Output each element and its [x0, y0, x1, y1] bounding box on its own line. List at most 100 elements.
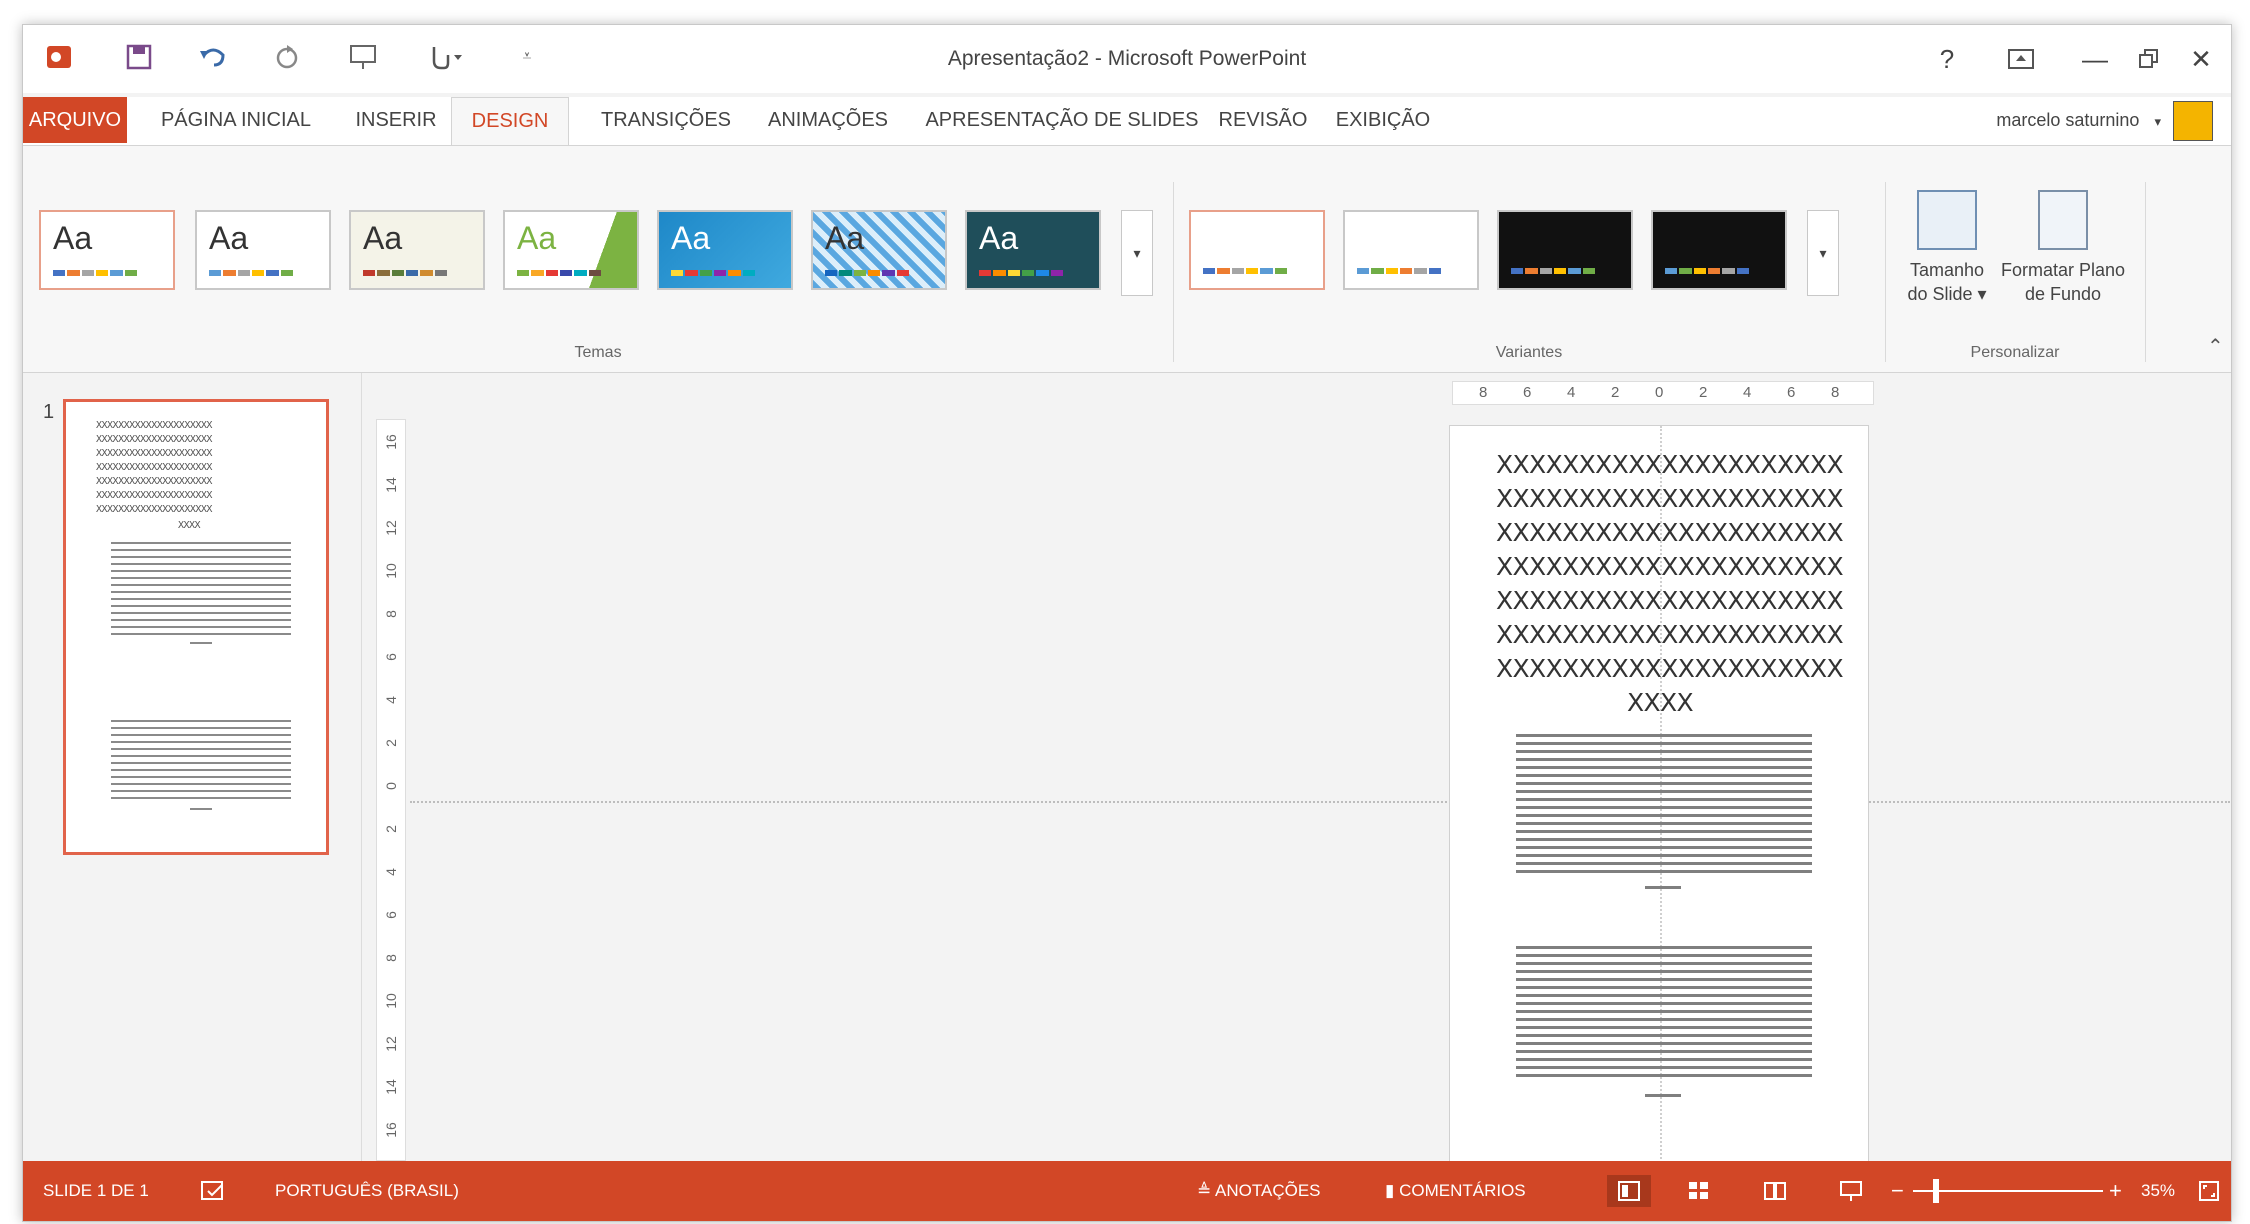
variants-more-button[interactable]: ▾ [1807, 210, 1839, 296]
tab-transicoes[interactable]: TRANSIÇÕES [591, 97, 741, 143]
avatar[interactable] [2173, 101, 2213, 141]
horizontal-guide[interactable] [410, 801, 2230, 803]
ruler-tick: 12 [383, 520, 399, 536]
theme-retrospect[interactable]: Aa [811, 210, 947, 290]
ruler-tick: 2 [1699, 384, 1708, 401]
spelling-check-icon[interactable] [197, 1175, 229, 1207]
thumb-title-line: XXXXXXXXXXXXXXXXXXXXX [96, 490, 212, 501]
theme-sample-text: Aa [825, 220, 865, 256]
slide-title-short[interactable]: XXXX [1495, 688, 1825, 717]
format-background-button[interactable]: Formatar Plano de Fundo [1995, 190, 2131, 306]
zoom-level[interactable]: 35% [2141, 1161, 2175, 1221]
ribbon-tabs: ARQUIVO PÁGINA INICIAL INSERIR DESIGN TR… [23, 97, 2231, 145]
ruler-tick: 16 [383, 434, 399, 450]
slide-title-line[interactable]: XXXXXXXXXXXXXXXXXXXXX [1496, 620, 1844, 649]
ribbon-design: Aa Aa Aa Aa Aa Aa Aa ▾ Temas ▾ Variantes… [23, 145, 2231, 373]
comments-button[interactable]: ▮ COMENTÁRIOS [1385, 1161, 1526, 1221]
slide-editor: 8 6 4 2 0 2 4 6 8 16 14 12 10 8 6 4 2 0 … [362, 373, 2231, 1183]
restore-button[interactable] [2121, 39, 2177, 79]
ruler-tick: 8 [1479, 384, 1488, 401]
collapse-ribbon-button[interactable]: ⌃ [2207, 334, 2224, 359]
ruler-tick: 14 [383, 477, 399, 493]
theme-office-2[interactable]: Aa [195, 210, 331, 290]
comments-label: COMENTÁRIOS [1399, 1181, 1526, 1200]
slide-show-icon[interactable] [1835, 1175, 1867, 1207]
vertical-ruler[interactable]: 16 14 12 10 8 6 4 2 0 2 4 6 8 10 12 14 1… [376, 419, 406, 1161]
tab-exibicao[interactable]: EXIBIÇÃO [1323, 97, 1443, 143]
ruler-tick: 4 [1567, 384, 1576, 401]
format-background-label-1: Formatar Plano [2000, 260, 2126, 280]
variant-1[interactable] [1189, 210, 1325, 290]
slide-canvas[interactable]: XXXXXXXXXXXXXXXXXXXXX XXXXXXXXXXXXXXXXXX… [1449, 425, 1869, 1166]
ruler-tick: 4 [383, 696, 399, 704]
group-divider [1885, 182, 1886, 362]
theme-ion-boardroom[interactable]: Aa [965, 210, 1101, 290]
ruler-tick: 12 [383, 1036, 399, 1052]
reading-view-icon[interactable] [1759, 1175, 1791, 1207]
variant-3[interactable] [1497, 210, 1633, 290]
theme-sample-text: Aa [209, 220, 249, 256]
theme-sample-text: Aa [53, 220, 93, 256]
theme-ion[interactable]: Aa [657, 210, 793, 290]
language-indicator[interactable]: PORTUGUÊS (BRASIL) [275, 1161, 459, 1221]
slide-title-line[interactable]: XXXXXXXXXXXXXXXXXXXXX [1496, 450, 1844, 479]
ruler-tick: 14 [383, 1079, 399, 1095]
slide-title-line[interactable]: XXXXXXXXXXXXXXXXXXXXX [1496, 518, 1844, 547]
tab-apresentacao-de-slides[interactable]: APRESENTAÇÃO DE SLIDES [917, 97, 1207, 143]
slide-size-button[interactable]: Tamanho do Slide ▾ [1897, 190, 1997, 306]
notes-icon: ≜ [1197, 1181, 1216, 1200]
theme-office[interactable]: Aa [39, 210, 175, 290]
horizontal-ruler[interactable]: 8 6 4 2 0 2 4 6 8 [1452, 381, 1874, 405]
fit-slide-to-window-icon[interactable] [2193, 1175, 2225, 1207]
slide-size-label-2: do Slide ▾ [1907, 284, 1987, 304]
slide-title-line[interactable]: XXXXXXXXXXXXXXXXXXXXX [1496, 654, 1844, 683]
ruler-tick: 2 [1611, 384, 1620, 401]
ruler-tick: 0 [1655, 384, 1664, 401]
slide-indicator[interactable]: SLIDE 1 DE 1 [43, 1161, 149, 1221]
notes-button[interactable]: ≜ ANOTAÇÕES [1197, 1161, 1321, 1221]
ruler-tick: 16 [383, 1122, 399, 1138]
tab-inserir[interactable]: INSERIR [341, 97, 451, 143]
themes-more-button[interactable]: ▾ [1121, 210, 1153, 296]
thumb-title-line: XXXXXXXXXXXXXXXXXXXXX [96, 434, 212, 445]
ruler-tick: 6 [383, 911, 399, 919]
zoom-out-button[interactable]: − [1891, 1161, 1904, 1221]
theme-integral[interactable]: Aa [503, 210, 639, 290]
zoom-slider-thumb[interactable] [1933, 1179, 1939, 1203]
zoom-slider[interactable] [1913, 1190, 2103, 1192]
slide-thumbnail[interactable]: XXXXXXXXXXXXXXXXXXXXX XXXXXXXXXXXXXXXXXX… [63, 399, 329, 855]
tab-arquivo[interactable]: ARQUIVO [23, 97, 127, 143]
status-bar: SLIDE 1 DE 1 PORTUGUÊS (BRASIL) ≜ ANOTAÇ… [23, 1161, 2231, 1221]
help-button[interactable]: ? [1919, 39, 1975, 79]
slide-title-line[interactable]: XXXXXXXXXXXXXXXXXXXXX [1496, 586, 1844, 615]
zoom-in-button[interactable]: + [2109, 1161, 2122, 1221]
theme-facet[interactable]: Aa [349, 210, 485, 290]
theme-sample-text: Aa [517, 220, 557, 256]
tab-animacoes[interactable]: ANIMAÇÕES [753, 97, 903, 143]
variant-4[interactable] [1651, 210, 1787, 290]
ruler-tick: 10 [383, 563, 399, 579]
slide-title-line[interactable]: XXXXXXXXXXXXXXXXXXXXX [1496, 484, 1844, 513]
customize-group-label: Personalizar [1970, 344, 2060, 361]
slide-title-line[interactable]: XXXXXXXXXXXXXXXXXXXXX [1496, 552, 1844, 581]
normal-view-icon[interactable] [1607, 1175, 1651, 1207]
thumb-title-line: XXXXXXXXXXXXXXXXXXXXX [96, 462, 212, 473]
slide-size-label-1: Tamanho [1909, 260, 1985, 280]
tab-revisao[interactable]: REVISÃO [1213, 97, 1313, 143]
format-background-icon [2038, 190, 2088, 250]
themes-group-label: Temas [574, 344, 622, 361]
powerpoint-window: ⩡ Apresentação2 - Microsoft PowerPoint ?… [22, 24, 2232, 1222]
ruler-tick: 8 [383, 610, 399, 618]
minimize-button[interactable]: — [2067, 39, 2123, 79]
variant-2[interactable] [1343, 210, 1479, 290]
tab-design[interactable]: DESIGN [451, 97, 569, 145]
ribbon-display-options-button[interactable] [1993, 39, 2049, 79]
ruler-tick: 6 [383, 653, 399, 661]
slide-sorter-icon[interactable] [1683, 1175, 1715, 1207]
ruler-tick: 4 [383, 868, 399, 876]
ruler-tick: 2 [383, 825, 399, 833]
close-button[interactable]: ✕ [2173, 39, 2229, 79]
tab-pagina-inicial[interactable]: PÁGINA INICIAL [151, 97, 321, 143]
ruler-tick: 8 [383, 954, 399, 962]
account-menu[interactable]: marcelo saturnino ▾ [1996, 97, 2161, 143]
